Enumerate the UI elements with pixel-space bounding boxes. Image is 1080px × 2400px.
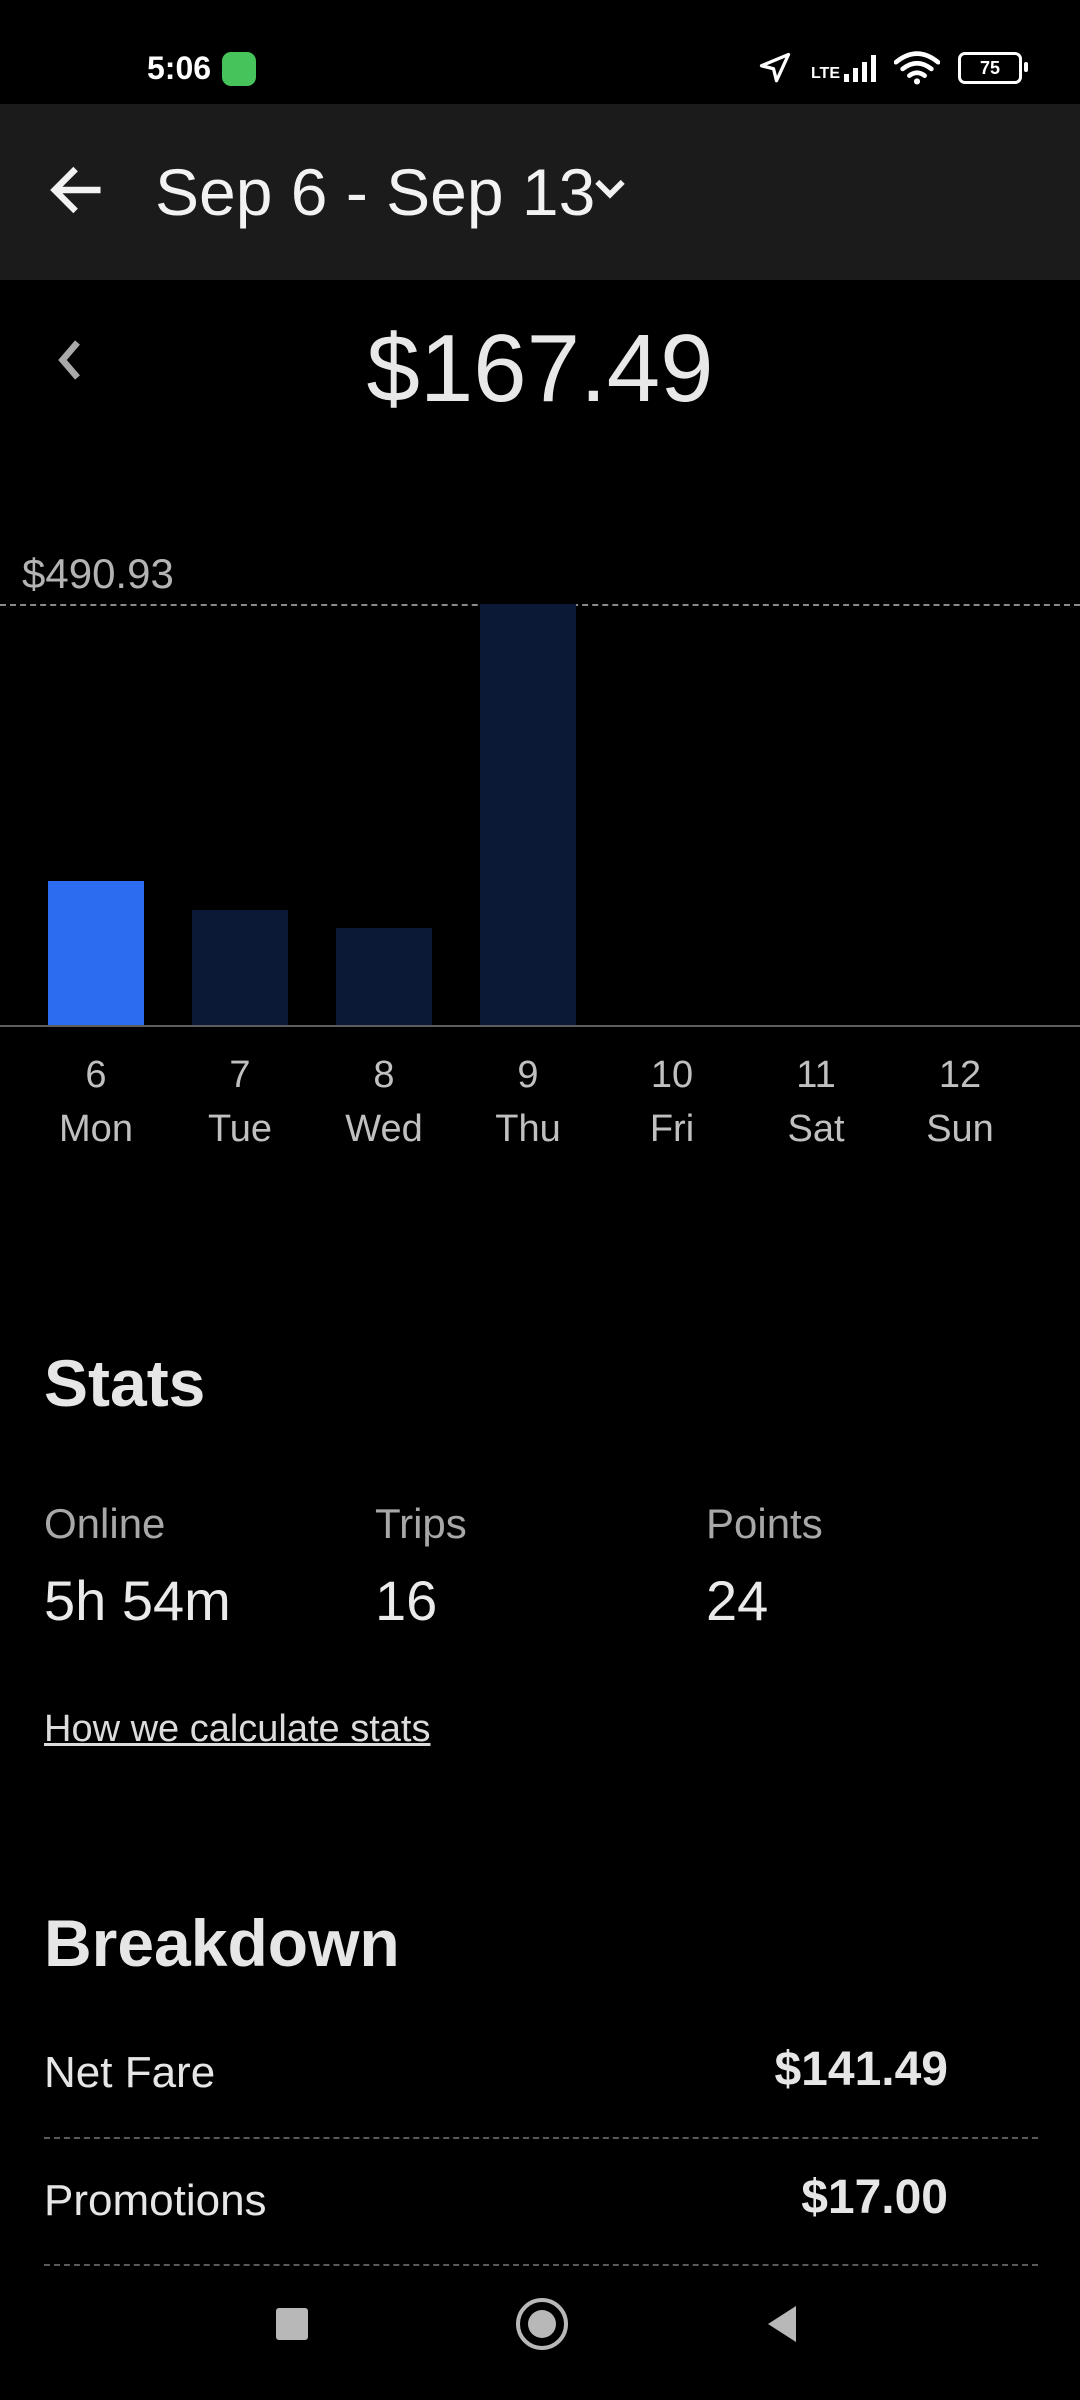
stat-online-label: Online [44,1500,166,1547]
signal-icon [844,54,876,82]
chevron-down-icon[interactable] [593,176,627,202]
chart-weekday: Fri [649,1108,695,1150]
chart-weekday: Sun [926,1108,994,1150]
earnings-bar-chart: $490.93 6 Mon 7 Tue 8 Wed 9 Thu 10 Fri 11 Sat 12 Sun [0,540,1080,1180]
chart-max-label: $490.93 [22,550,174,597]
chart-day-label[interactable]: 10 Fri [612,1048,732,1156]
status-time: 5:06 [147,50,212,86]
chart-day-number: 8 [373,1054,395,1096]
promotions-value: $17.00 [801,2171,948,2224]
chart-weekday: Sat [787,1108,845,1150]
back-arrow-icon[interactable] [44,158,108,222]
recents-button[interactable] [276,2308,308,2340]
date-range-selector[interactable]: Sep 6 - Sep 13 [155,154,595,230]
status-bar: 5:06 LTE 75 [0,0,1080,104]
chart-day-label[interactable]: 11 Sat [756,1048,876,1156]
chart-day-number: 12 [938,1054,982,1096]
stat-online-value: 5h 54m [44,1569,231,1632]
status-icons: LTE 75 [757,48,1028,88]
how-we-calculate-link[interactable]: How we calculate stats [44,1708,431,1751]
stat-points-value: 24 [706,1569,769,1632]
nav-back-icon[interactable] [764,2304,800,2344]
chart-day-label[interactable]: 12 Sun [900,1048,1020,1156]
chart-baseline [0,1025,1080,1027]
system-nav-bar [0,2268,1080,2400]
home-button[interactable] [516,2298,568,2350]
chart-day-number: 11 [796,1054,836,1096]
chart-day-number: 9 [517,1054,539,1096]
stats-title: Stats [44,1346,206,1420]
chart-day-number: 7 [229,1054,251,1096]
chart-day-label[interactable]: 9 Thu [468,1048,588,1156]
row-divider [44,2137,1038,2139]
weekly-total: $167.49 [366,315,714,422]
chart-bar[interactable] [336,928,432,1025]
stat-points-label: Points [706,1500,823,1547]
promotions-label: Promotions [44,2176,267,2225]
chart-weekday: Mon [59,1108,133,1150]
breakdown-title: Breakdown [44,1906,400,1980]
chart-day-label[interactable]: 7 Tue [180,1048,300,1156]
stat-trips-label: Trips [375,1500,467,1547]
net-fare-label: Net Fare [44,2048,216,2097]
wifi-icon [894,51,940,85]
row-divider [44,2264,1038,2266]
cellular-indicator: LTE [811,54,876,82]
stat-trips-value: 16 [375,1569,438,1632]
chart-bar[interactable] [48,881,144,1025]
chart-bar[interactable] [192,910,288,1025]
chart-day-number: 6 [85,1054,107,1096]
chart-weekday: Tue [207,1108,273,1150]
chart-day-number: 10 [650,1054,694,1096]
location-icon [759,52,791,83]
chart-day-label[interactable]: 8 Wed [324,1048,444,1156]
chart-bar[interactable] [480,604,576,1025]
chart-weekday: Thu [495,1108,561,1150]
app-bar: Sep 6 - Sep 13 [0,104,1080,280]
chart-weekday: Wed [345,1108,423,1150]
network-type: LTE [810,65,840,82]
net-fare-value: $141.49 [774,2043,948,2096]
chart-day-label[interactable]: 6 Mon [36,1048,156,1156]
battery-icon: 75 [958,52,1028,84]
battery-level: 75 [979,57,1001,78]
app-notification-icon [222,52,256,86]
